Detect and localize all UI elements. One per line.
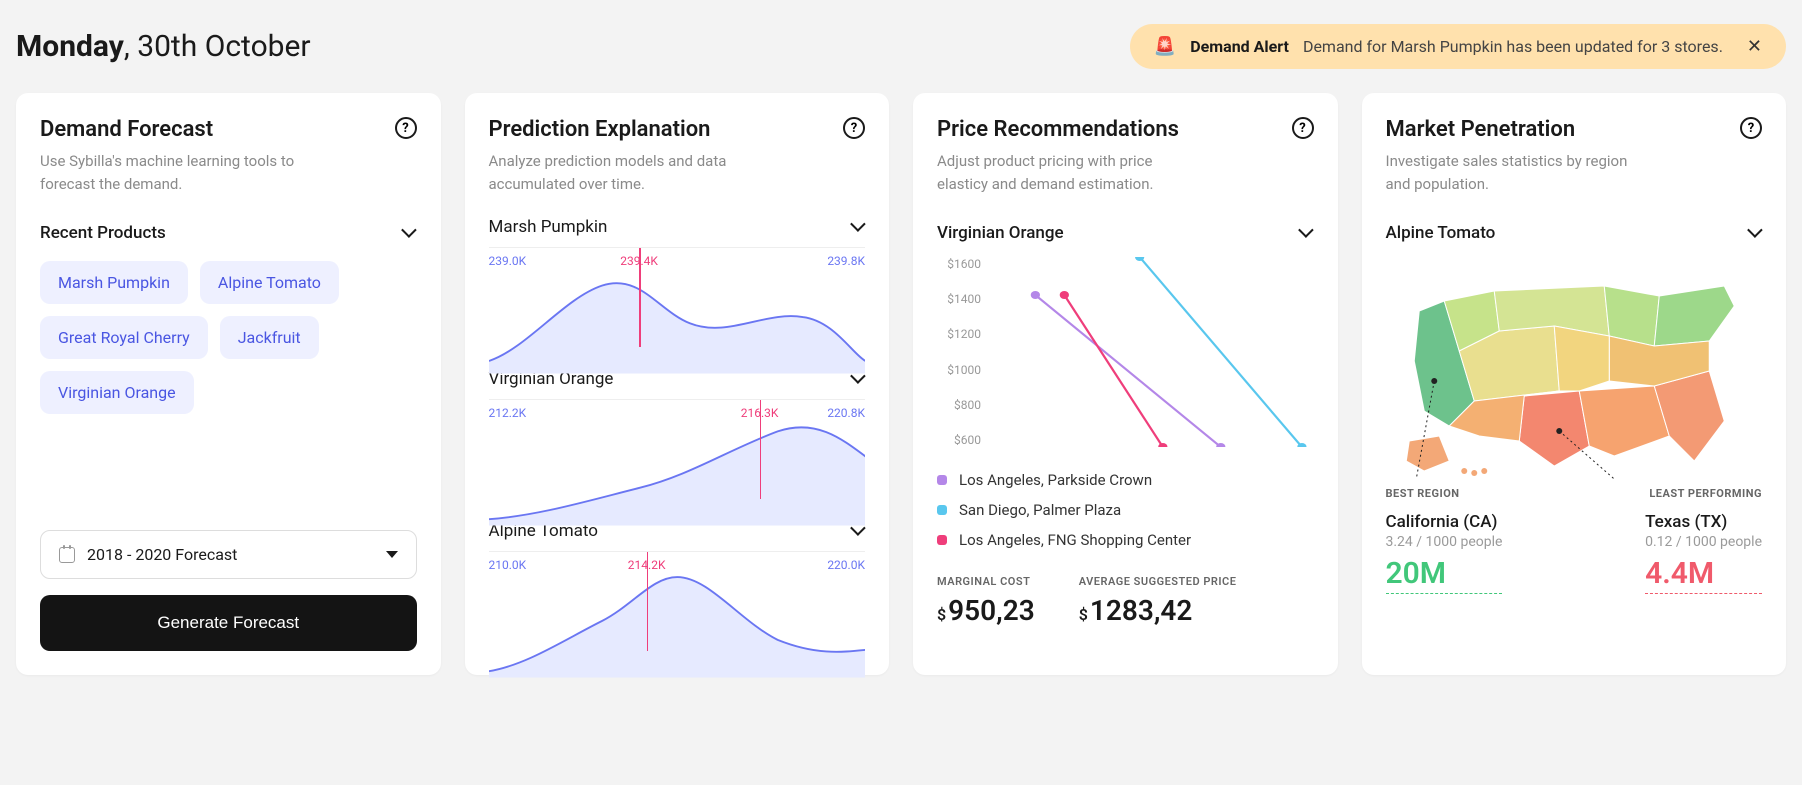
recent-products-chips: Marsh Pumpkin Alpine Tomato Great Royal … bbox=[40, 261, 417, 414]
prediction-marker bbox=[647, 552, 649, 651]
legend-swatch bbox=[937, 505, 947, 515]
page-title-date: 30th October bbox=[137, 29, 310, 64]
chevron-down-icon bbox=[847, 218, 865, 236]
chevron-down-icon bbox=[1744, 224, 1762, 242]
least-region-label: LEAST PERFORMING bbox=[1649, 487, 1762, 500]
stat-value: $1283,42 bbox=[1079, 594, 1237, 627]
y-tick: $1200 bbox=[937, 327, 981, 341]
prediction-marker bbox=[639, 248, 641, 347]
legend-label: Los Angeles, FNG Shopping Center bbox=[959, 531, 1191, 549]
recent-products-header[interactable]: Recent Products bbox=[40, 223, 417, 243]
legend-item: Los Angeles, FNG Shopping Center bbox=[937, 525, 1314, 555]
prediction-item: Virginian Orange 212.2K 216.3K 220.8K bbox=[489, 369, 866, 499]
prediction-chart: 212.2K 216.3K 220.8K bbox=[489, 399, 866, 499]
stat-value: $950,23 bbox=[937, 594, 1035, 627]
product-chip[interactable]: Virginian Orange bbox=[40, 371, 194, 414]
page-title: Monday, 30th October bbox=[16, 29, 311, 64]
price-chart: $1600 $1400 $1200 $1000 $800 $600 bbox=[937, 257, 1314, 447]
market-product-select[interactable]: Alpine Tomato bbox=[1386, 223, 1763, 243]
help-icon[interactable]: ? bbox=[395, 117, 417, 139]
legend-label: San Diego, Palmer Plaza bbox=[959, 501, 1121, 519]
card-subtitle: Investigate sales statistics by region a… bbox=[1386, 150, 1646, 195]
card-title: Price Recommendations bbox=[937, 117, 1197, 142]
price-legend: Los Angeles, Parkside Crown San Diego, P… bbox=[937, 465, 1314, 555]
prediction-item: Alpine Tomato 210.0K 214.2K 220.0K bbox=[489, 521, 866, 651]
card-price-recommendations: Price Recommendations Adjust product pri… bbox=[913, 93, 1338, 675]
least-region: Texas (TX) 0.12 / 1000 people 4.4M bbox=[1645, 512, 1762, 594]
product-chip[interactable]: Great Royal Cherry bbox=[40, 316, 208, 359]
product-chip[interactable]: Alpine Tomato bbox=[200, 261, 339, 304]
chevron-down-icon bbox=[1296, 224, 1314, 242]
region-value: 20M bbox=[1386, 556, 1503, 594]
legend-item: Los Angeles, Parkside Crown bbox=[937, 465, 1314, 495]
legend-swatch bbox=[937, 535, 947, 545]
y-tick: $1400 bbox=[937, 292, 981, 306]
product-chip[interactable]: Marsh Pumpkin bbox=[40, 261, 188, 304]
region-per-capita: 3.24 / 1000 people bbox=[1386, 534, 1503, 550]
dropdown-icon bbox=[386, 551, 398, 558]
y-tick: $1000 bbox=[937, 363, 981, 377]
region-value: 4.4M bbox=[1645, 556, 1762, 594]
region-name: California (CA) bbox=[1386, 512, 1503, 532]
prediction-marker bbox=[760, 400, 762, 499]
region-per-capita: 0.12 / 1000 people bbox=[1645, 534, 1762, 550]
card-title: Market Penetration bbox=[1386, 117, 1646, 142]
stat-label: MARGINAL COST bbox=[937, 575, 1035, 588]
dashboard-grid: Demand Forecast Use Sybilla's machine le… bbox=[16, 93, 1786, 675]
legend-swatch bbox=[937, 475, 947, 485]
y-tick: $800 bbox=[937, 398, 981, 412]
y-tick: $600 bbox=[937, 433, 981, 447]
legend-label: Los Angeles, Parkside Crown bbox=[959, 471, 1152, 489]
product-chip[interactable]: Jackfruit bbox=[220, 316, 319, 359]
prediction-chart: 239.0K 239.4K 239.8K bbox=[489, 247, 866, 347]
help-icon[interactable]: ? bbox=[843, 117, 865, 139]
avg-suggested-price: AVERAGE SUGGESTED PRICE $1283,42 bbox=[1079, 575, 1237, 627]
alert-title: Demand Alert bbox=[1190, 37, 1289, 56]
prediction-chart: 210.0K 214.2K 220.0K bbox=[489, 551, 866, 651]
alert-banner[interactable]: 🚨 Demand Alert Demand for Marsh Pumpkin … bbox=[1130, 24, 1786, 69]
forecast-range-select[interactable]: 2018 - 2020 Forecast bbox=[40, 530, 417, 579]
prediction-item-name: Marsh Pumpkin bbox=[489, 217, 608, 237]
marginal-cost: MARGINAL COST $950,23 bbox=[937, 575, 1035, 627]
price-product-select[interactable]: Virginian Orange bbox=[937, 223, 1314, 243]
alert-message: Demand for Marsh Pumpkin has been update… bbox=[1303, 37, 1723, 56]
help-icon[interactable]: ? bbox=[1740, 117, 1762, 139]
prediction-item: Marsh Pumpkin 239.0K 239.4K 239.8K bbox=[489, 217, 866, 347]
chevron-down-icon bbox=[399, 224, 417, 242]
price-product-label: Virginian Orange bbox=[937, 223, 1064, 243]
card-subtitle: Use Sybilla's machine learning tools to … bbox=[40, 150, 300, 195]
card-demand-forecast: Demand Forecast Use Sybilla's machine le… bbox=[16, 93, 441, 675]
card-title: Prediction Explanation bbox=[489, 117, 749, 142]
close-icon[interactable]: ✕ bbox=[1747, 36, 1762, 57]
stat-label: AVERAGE SUGGESTED PRICE bbox=[1079, 575, 1237, 588]
generate-forecast-button[interactable]: Generate Forecast bbox=[40, 595, 417, 651]
us-map bbox=[1386, 261, 1763, 481]
recent-products-label: Recent Products bbox=[40, 223, 166, 243]
market-product-label: Alpine Tomato bbox=[1386, 223, 1496, 243]
calendar-icon bbox=[59, 547, 75, 563]
page-title-day: Monday bbox=[16, 29, 124, 64]
card-subtitle: Analyze prediction models and data accum… bbox=[489, 150, 749, 195]
page-header: Monday, 30th October 🚨 Demand Alert Dema… bbox=[16, 16, 1786, 93]
siren-icon: 🚨 bbox=[1154, 36, 1176, 57]
card-title: Demand Forecast bbox=[40, 117, 300, 142]
legend-item: San Diego, Palmer Plaza bbox=[937, 495, 1314, 525]
forecast-range-label: 2018 - 2020 Forecast bbox=[87, 545, 237, 564]
best-region-label: BEST REGION bbox=[1386, 487, 1460, 500]
card-subtitle: Adjust product pricing with price elasti… bbox=[937, 150, 1197, 195]
region-name: Texas (TX) bbox=[1645, 512, 1762, 532]
card-prediction-explanation: Prediction Explanation Analyze predictio… bbox=[465, 93, 890, 675]
best-region: California (CA) 3.24 / 1000 people 20M bbox=[1386, 512, 1503, 594]
y-tick: $1600 bbox=[937, 257, 981, 271]
prediction-item-header[interactable]: Marsh Pumpkin bbox=[489, 217, 866, 237]
card-market-penetration: Market Penetration Investigate sales sta… bbox=[1362, 93, 1787, 675]
help-icon[interactable]: ? bbox=[1292, 117, 1314, 139]
